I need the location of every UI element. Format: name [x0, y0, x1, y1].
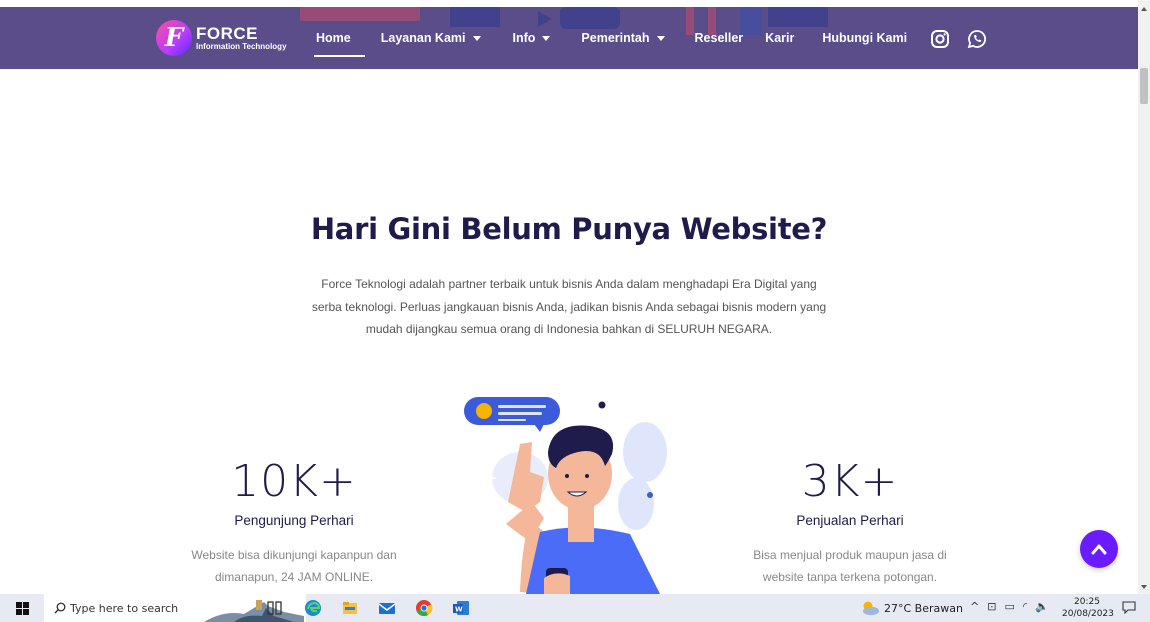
stat-label: Pengunjung Perhari	[234, 513, 354, 528]
logo-subtitle: Information Technology	[196, 42, 287, 51]
wifi-icon[interactable]: ◜	[1023, 600, 1027, 613]
nav-karir[interactable]: Karir	[765, 31, 794, 45]
main-menu: Home Layanan Kami Info Pemerintah Resell…	[314, 7, 907, 69]
edge-browser-icon[interactable]	[304, 599, 322, 617]
browser-viewport: F FORCE Information Technology Home Laya…	[0, 0, 1138, 594]
nav-hubungi-label: Hubungi Kami	[822, 31, 908, 45]
network-icon[interactable]: ⊡	[987, 600, 996, 613]
stat-description: Website bisa dikunjungi kapanpun dan dim…	[164, 544, 424, 588]
logo-title: FORCE	[196, 24, 258, 43]
nav-pemerintah-label: Pemerintah	[581, 31, 650, 45]
taskbar-clock[interactable]: 20:25 20/08/2023	[1062, 596, 1114, 620]
logo-mark-icon: F	[156, 20, 192, 56]
word-icon[interactable]: W	[452, 599, 470, 617]
volume-icon[interactable]: 🔈	[1035, 600, 1049, 613]
chevron-up-icon[interactable]: ^	[970, 600, 979, 613]
stat-desc-line: Website bisa dikunjungi kapanpun dan	[191, 548, 397, 562]
stat-desc-line: dimanapun, 24 JAM ONLINE.	[214, 570, 374, 584]
site-logo[interactable]: F FORCE Information Technology	[156, 17, 287, 59]
search-icon	[54, 602, 66, 614]
stat-label: Penjualan Perhari	[796, 513, 904, 528]
search-highlight-image	[204, 600, 304, 622]
weather-text: 27°C Berawan	[884, 601, 963, 615]
top-navbar: F FORCE Information Technology Home Laya…	[0, 7, 1138, 69]
mail-icon[interactable]	[378, 599, 396, 617]
windows-taskbar: Type here to search W 27°C Berawan ^ ⊡ ▭…	[0, 594, 1150, 622]
stat-pengunjung: 10K+ Pengunjung Perhari Website bisa dik…	[164, 456, 424, 588]
weather-widget[interactable]: 27°C Berawan	[860, 600, 963, 616]
partly-cloudy-icon	[863, 601, 879, 616]
stat-desc-line: website tanpa terkena potongan.	[762, 570, 938, 584]
nav-hubungi-kami[interactable]: Hubungi Kami	[822, 31, 907, 45]
clock-time: 20:25	[1074, 597, 1100, 607]
stat-number: 3K+	[801, 456, 899, 507]
nav-layanan-kami[interactable]: Layanan Kami	[381, 31, 481, 45]
nav-info-label: Info	[512, 31, 536, 45]
nav-home-label: Home	[316, 31, 351, 45]
page-scrollbar[interactable]	[1138, 0, 1150, 594]
scroll-to-top-button[interactable]	[1080, 530, 1118, 568]
chevron-down-icon	[542, 35, 551, 41]
waving-man-illustration	[464, 397, 667, 594]
scroll-up-arrow-icon[interactable]	[1138, 4, 1150, 14]
chevron-down-icon	[656, 35, 665, 41]
clock-date: 20/08/2023	[1062, 609, 1114, 619]
windows-start-icon[interactable]	[16, 602, 29, 615]
nav-layanan-label: Layanan Kami	[380, 31, 466, 45]
notification-icon[interactable]	[1122, 601, 1136, 614]
nav-reseller-label: Reseller	[694, 31, 744, 45]
battery-icon[interactable]: ▭	[1004, 600, 1014, 613]
file-explorer-icon[interactable]	[341, 599, 359, 617]
stat-number: 10K+	[231, 456, 357, 507]
chrome-icon[interactable]	[415, 599, 433, 617]
stat-desc-line: Bisa menjual produk maupun jasa di	[753, 548, 947, 562]
hero-description: Force Teknologi adalah partner terbaik u…	[311, 277, 827, 336]
chevron-up-icon	[1091, 544, 1107, 555]
nav-info[interactable]: Info	[513, 31, 551, 45]
nav-karir-label: Karir	[765, 31, 795, 45]
scrollbar-thumb[interactable]	[1140, 68, 1148, 104]
search-placeholder: Type here to search	[70, 601, 179, 615]
nav-reseller[interactable]: Reseller	[695, 31, 744, 45]
task-view-icon[interactable]	[266, 599, 284, 617]
stat-description: Bisa menjual produk maupun jasa di websi…	[720, 544, 980, 588]
nav-home[interactable]: Home	[314, 31, 365, 57]
system-tray: ^ ⊡ ▭ ◜ 🔈	[970, 600, 1049, 613]
whatsapp-icon[interactable]	[967, 29, 987, 49]
svg-text:W: W	[455, 606, 463, 614]
stat-penjualan: 3K+ Penjualan Perhari Bisa menjual produ…	[720, 456, 980, 588]
scroll-down-arrow-icon[interactable]	[1138, 582, 1150, 592]
hero-title: Hari Gini Belum Punya Website?	[310, 212, 828, 246]
nav-pemerintah[interactable]: Pemerintah	[581, 31, 665, 45]
chevron-down-icon	[472, 35, 481, 41]
instagram-icon[interactable]	[930, 29, 950, 49]
